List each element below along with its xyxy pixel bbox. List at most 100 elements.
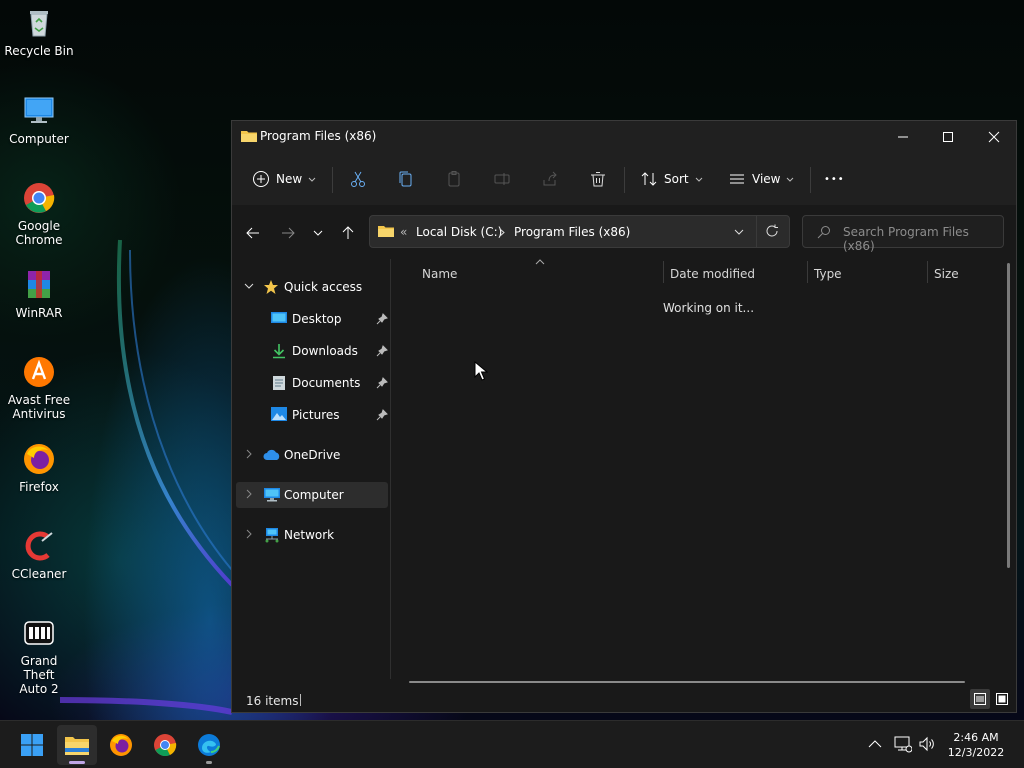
taskbar-file-explorer[interactable] <box>57 725 97 765</box>
forward-button[interactable] <box>276 221 300 245</box>
file-list: Name Date modified Type Size Working on … <box>391 259 1016 679</box>
active-app-indicator <box>69 761 85 764</box>
column-header-name[interactable]: Name <box>422 267 457 281</box>
refresh-icon[interactable] <box>765 224 779 238</box>
taskbar-chrome[interactable] <box>145 725 185 765</box>
maximize-icon <box>943 132 953 142</box>
desktop-icon-gta2[interactable]: Grand Theft Auto 2 <box>4 616 74 696</box>
nav-computer[interactable]: Computer <box>236 482 388 508</box>
desktop-icon-computer[interactable]: Computer <box>4 94 74 146</box>
clock-time: 2:46 AM <box>953 731 999 744</box>
search-input[interactable]: Search Program Files (x86) <box>843 225 1003 253</box>
taskbar: 2:46 AM 12/3/2022 <box>0 720 1024 768</box>
view-button[interactable]: View <box>728 153 794 205</box>
start-button[interactable] <box>12 725 52 765</box>
chevron-down-icon <box>308 177 316 182</box>
delete-button[interactable] <box>589 153 607 205</box>
rename-button[interactable] <box>493 153 511 205</box>
desktop-icon-winrar[interactable]: WinRAR <box>4 268 74 320</box>
nav-item-desktop[interactable]: Desktop <box>236 306 388 332</box>
column-header-size[interactable]: Size <box>934 267 959 281</box>
plus-circle-icon <box>253 171 269 187</box>
window-title: Program Files (x86) <box>260 129 377 143</box>
chevron-down-icon[interactable] <box>734 229 744 235</box>
winrar-icon <box>28 271 50 298</box>
desktop-icon-firefox[interactable]: Firefox <box>4 442 74 494</box>
desktop-icon-google-chrome[interactable]: Google Chrome <box>4 181 74 247</box>
horizontal-scrollbar[interactable] <box>409 681 965 683</box>
copy-button[interactable] <box>397 153 415 205</box>
details-view-button[interactable] <box>970 689 990 709</box>
nav-onedrive[interactable]: OneDrive <box>236 442 388 468</box>
recent-locations-button[interactable] <box>306 221 330 245</box>
pin-icon[interactable] <box>376 313 388 325</box>
column-header-date-modified[interactable]: Date modified <box>670 267 755 281</box>
maximize-button[interactable] <box>925 121 971 153</box>
large-icons-view-button[interactable] <box>992 689 1012 709</box>
file-explorer-icon <box>65 737 89 755</box>
column-divider[interactable] <box>927 261 928 283</box>
breadcrumb-program-files-x86[interactable]: Program Files (x86) <box>514 225 630 239</box>
sort-button[interactable]: Sort <box>640 153 703 205</box>
file-explorer-window[interactable]: Program Files (x86) New Sort View ••• « … <box>231 120 1017 713</box>
firefox-icon <box>24 444 54 474</box>
chevron-down-icon <box>695 177 702 182</box>
nav-item-pictures[interactable]: Pictures <box>236 402 388 428</box>
chevron-right-icon <box>499 228 505 237</box>
cut-button[interactable] <box>349 153 367 205</box>
back-button[interactable] <box>241 221 265 245</box>
copy-icon <box>399 171 412 187</box>
toolbar-separator <box>810 167 811 193</box>
minimize-button[interactable] <box>880 121 926 153</box>
breadcrumb-local-disk[interactable]: Local Disk (C:) <box>416 225 502 239</box>
nav-quick-access[interactable]: Quick access <box>236 274 388 300</box>
chevron-down-icon <box>313 230 323 236</box>
nav-item-documents[interactable]: Documents <box>236 370 388 396</box>
breadcrumb-overflow[interactable]: « <box>400 225 407 239</box>
desktop-icon-recycle-bin[interactable]: Recycle Bin <box>4 6 74 58</box>
pin-icon[interactable] <box>376 377 388 389</box>
pin-icon[interactable] <box>376 409 388 421</box>
paste-button[interactable] <box>445 153 463 205</box>
address-row: « Local Disk (C:) Program Files (x86) Se… <box>232 205 1016 259</box>
ccleaner-icon <box>25 531 53 561</box>
star-icon <box>264 280 278 294</box>
arrow-up-icon <box>342 226 354 239</box>
chevron-right-icon[interactable] <box>244 529 254 539</box>
address-bar[interactable]: « Local Disk (C:) Program Files (x86) <box>369 215 790 248</box>
search-box[interactable]: Search Program Files (x86) <box>802 215 1004 253</box>
scissors-icon <box>351 171 365 187</box>
system-clock[interactable]: 2:46 AM 12/3/2022 <box>940 730 1012 760</box>
nav-network[interactable]: Network <box>236 522 388 548</box>
more-options-button[interactable]: ••• <box>824 153 845 205</box>
network-status-icon[interactable] <box>894 735 912 753</box>
close-button[interactable] <box>971 121 1017 153</box>
share-button[interactable] <box>541 153 559 205</box>
chevron-up-icon[interactable] <box>868 739 882 749</box>
chevron-down-icon <box>787 177 794 182</box>
document-icon <box>273 376 285 390</box>
taskbar-edge[interactable] <box>189 725 229 765</box>
new-button[interactable]: New <box>252 153 316 205</box>
chevron-right-icon[interactable] <box>244 449 254 459</box>
nav-item-downloads[interactable]: Downloads <box>236 338 388 364</box>
taskbar-firefox[interactable] <box>101 725 141 765</box>
status-bar: 16 items <box>232 686 1016 713</box>
column-divider[interactable] <box>663 261 664 283</box>
item-count: 16 items <box>246 694 299 708</box>
vertical-scrollbar[interactable] <box>1007 263 1010 568</box>
title-bar[interactable]: Program Files (x86) <box>232 121 1016 153</box>
volume-icon[interactable] <box>918 735 936 753</box>
arrow-left-icon <box>246 227 259 239</box>
chevron-down-icon[interactable] <box>244 281 254 291</box>
pin-icon[interactable] <box>376 345 388 357</box>
column-divider[interactable] <box>807 261 808 283</box>
sort-icon <box>641 172 657 186</box>
windows-logo-icon <box>21 734 43 756</box>
column-header-type[interactable]: Type <box>814 267 842 281</box>
more-icon: ••• <box>824 173 845 185</box>
desktop-icon-avast[interactable]: Avast Free Antivirus <box>4 355 74 421</box>
chevron-right-icon[interactable] <box>244 489 254 499</box>
desktop-icon-ccleaner[interactable]: CCleaner <box>4 529 74 581</box>
up-button[interactable] <box>336 221 360 245</box>
